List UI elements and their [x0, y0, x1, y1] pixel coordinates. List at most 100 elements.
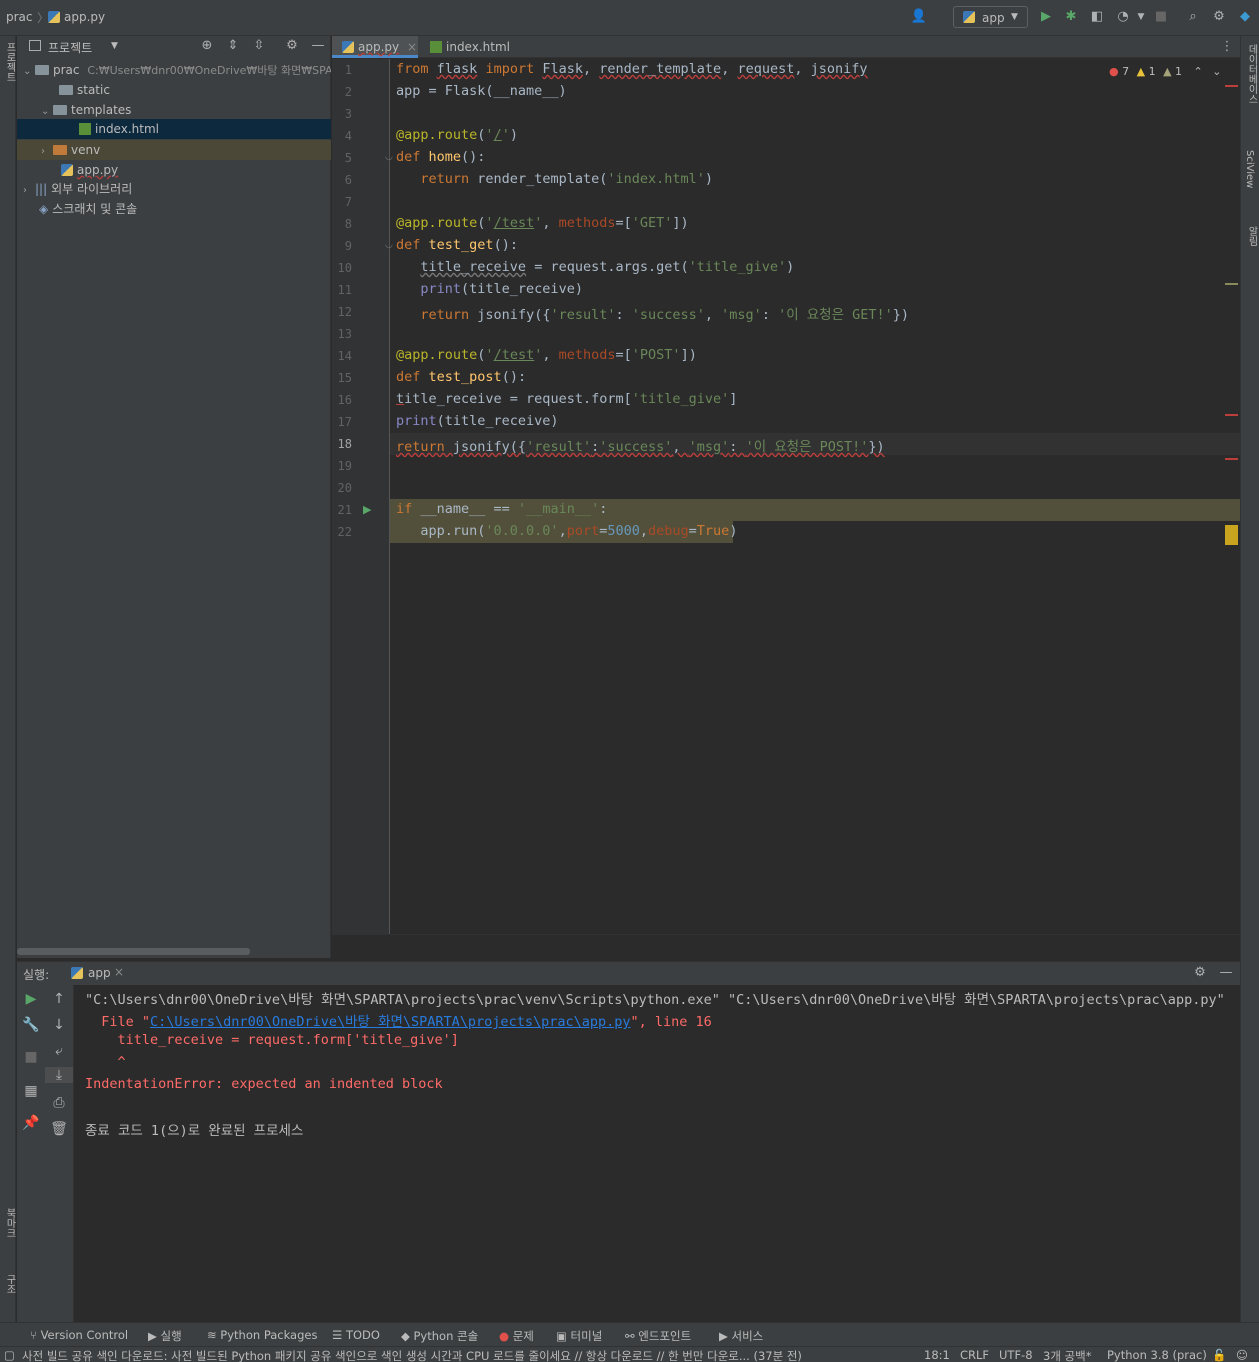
bookmarks-tool-label[interactable]: 북마크 [2, 1208, 17, 1238]
console-line-code: title_receive = request.form['title_give… [85, 1032, 459, 1048]
tree-item-venv[interactable]: › venv [17, 140, 331, 160]
print-icon[interactable]: ⎙ [45, 1095, 73, 1111]
gear-icon[interactable]: ⚙ [1191, 964, 1209, 982]
structure-tool-label[interactable]: 구조 [2, 1274, 17, 1294]
tool-problems[interactable]: ● 문제 [499, 1328, 534, 1344]
tree-item-templates[interactable]: ⌄ templates [17, 100, 331, 120]
breadcrumb-file[interactable]: app.py [64, 10, 105, 24]
expand-all-icon[interactable]: ⇕ [224, 37, 242, 55]
error-stripe-mark[interactable] [1225, 458, 1238, 460]
rerun-icon[interactable]: ▶ [17, 991, 45, 1007]
run-tab-app[interactable]: app [88, 966, 111, 980]
horizontal-scrollbar[interactable] [17, 948, 250, 955]
chevron-up-icon[interactable]: ⌃ [1194, 65, 1203, 78]
tree-item-external-libraries[interactable]: › ||| 외부 라이브러리 [17, 179, 331, 199]
tool-python-packages[interactable]: ≋ Python Packages [207, 1328, 317, 1342]
console-file-prefix: File " [85, 1014, 151, 1030]
soft-wrap-icon[interactable]: ⤶ [45, 1043, 73, 1059]
stop-icon[interactable]: ■ [17, 1049, 45, 1065]
chevron-right-icon[interactable]: › [23, 181, 35, 199]
more-options-icon[interactable]: ⋮ [1218, 38, 1236, 56]
chevron-down-icon[interactable]: ⌄ [1212, 65, 1221, 78]
breadcrumb-project[interactable]: prac [6, 10, 33, 24]
warning-stripe-mark[interactable] [1225, 283, 1238, 285]
python-interpreter[interactable]: Python 3.8 (prac) [1107, 1348, 1207, 1362]
tool-terminal[interactable]: ▣ 터미널 [556, 1328, 602, 1344]
user-icon[interactable]: 👤 [910, 8, 928, 26]
status-message[interactable]: 사전 빌드 공유 색인 다운로드: 사전 빌드된 Python 패키지 공유 색… [22, 1348, 897, 1362]
console-file-link[interactable]: C:\Users\dnr00\OneDrive\바탕 화면\SPARTA\pro… [150, 1014, 630, 1030]
trash-icon[interactable]: 🗑 [45, 1121, 73, 1137]
tool-services[interactable]: ▶ 서비스 [719, 1328, 763, 1344]
database-tool-label[interactable]: 데이터베이스 [1244, 44, 1259, 104]
tool-version-control[interactable]: ⑂ Version Control [30, 1328, 128, 1342]
tool-endpoints[interactable]: ⚯ 엔드포인트 [625, 1328, 691, 1344]
chevron-right-icon[interactable]: › [41, 142, 53, 160]
error-stripe-mark[interactable] [1225, 85, 1238, 87]
sciview-tool-label[interactable]: SciView [1244, 150, 1255, 188]
tab-app-py[interactable]: app.py × [332, 36, 418, 58]
gear-icon[interactable]: ⚙ [283, 37, 301, 55]
close-icon[interactable]: × [407, 40, 417, 54]
tree-item-index-html[interactable]: index.html [17, 119, 331, 139]
error-count: 7 [1122, 65, 1130, 78]
project-panel-header: 프로젝트 ▼ ⊕ ⇕ ⇳ ⚙ — [17, 36, 331, 58]
search-icon[interactable]: ⌕ [1184, 8, 1202, 26]
run-icon[interactable]: ▶ [1037, 8, 1055, 26]
pin-icon[interactable]: 📌 [17, 1115, 45, 1131]
scroll-to-end-icon[interactable]: ⤓ [45, 1067, 73, 1083]
line-separator[interactable]: CRLF [960, 1348, 989, 1362]
stop-icon[interactable]: ■ [1152, 8, 1170, 26]
lock-icon[interactable]: 🔓 [1212, 1348, 1226, 1362]
code-editor[interactable]: 1 2 3 4 5 6 7 8 9 10 11 12 13 14 15 16 17 18 19 20 21 22 ▶ ◡ … [332, 59, 1240, 934]
scrollbar-thumb-mark[interactable] [1225, 525, 1238, 545]
error-stripe-mark[interactable] [1225, 414, 1238, 416]
notifications-tool-label[interactable]: 알림 [1244, 226, 1259, 246]
tree-item-label: venv [71, 143, 101, 157]
tree-item-scratches[interactable]: ◈ 스크래치 및 콘솔 [17, 199, 331, 219]
indent-setting[interactable]: 3개 공백* [1043, 1348, 1091, 1362]
run-console[interactable]: "C:\Users\dnr00\OneDrive\바탕 화면\SPARTA\pr… [74, 985, 1240, 1322]
status-toggle-icon[interactable]: ▢ [4, 1348, 15, 1362]
tool-todo[interactable]: ☰ TODO [332, 1328, 380, 1342]
close-icon[interactable]: × [114, 965, 124, 979]
tab-index-html[interactable]: index.html × [420, 36, 520, 76]
arrow-up-icon[interactable]: ↑ [45, 991, 73, 1007]
tool-python-console[interactable]: ◆ Python 콘솔 [401, 1328, 478, 1344]
collapse-all-icon[interactable]: ⇳ [250, 37, 268, 55]
inspection-profile-icon[interactable]: ☺ [1236, 1348, 1248, 1362]
coverage-icon[interactable]: ◧ [1088, 8, 1106, 26]
minimize-icon[interactable]: — [309, 37, 327, 55]
chevron-down-icon[interactable]: ⌄ [23, 62, 35, 80]
run-gutter-icon[interactable]: ▶ [363, 503, 371, 516]
inspection-widget[interactable]: ● 7 ▲ 1 ▲ 1 ⌃ ⌄ [1109, 65, 1221, 78]
minimize-icon[interactable]: — [1217, 964, 1235, 982]
tree-root-prac[interactable]: ⌄ prac C:₩Users₩dnr00₩OneDrive₩바탕 화면₩SPAR… [17, 60, 331, 80]
tree-item-static[interactable]: static [17, 80, 331, 100]
wrench-icon[interactable]: 🔧 [17, 1017, 45, 1033]
line-number: 22 [337, 525, 352, 539]
layout-icon[interactable]: ▦ [17, 1083, 45, 1099]
project-panel-title[interactable]: 프로젝트 [48, 39, 92, 56]
locate-icon[interactable]: ⊕ [198, 37, 216, 55]
arrow-down-icon[interactable]: ↓ [45, 1017, 73, 1033]
project-tool-label[interactable]: 프로젝트 [2, 42, 17, 82]
python-file-icon [342, 41, 354, 53]
file-encoding[interactable]: UTF-8 [999, 1348, 1033, 1362]
chevron-down-icon[interactable]: ▼ [1132, 8, 1150, 26]
caret-position[interactable]: 18:1 [924, 1348, 950, 1362]
jetbrains-logo-icon: ◆ [1240, 9, 1250, 24]
tree-item-app-py[interactable]: app.py [17, 160, 331, 180]
fold-icon[interactable]: ◡ [385, 152, 393, 162]
run-config-select[interactable]: app ▼ [953, 6, 1028, 28]
html-file-icon [430, 41, 442, 53]
chevron-down-icon[interactable]: ▼ [111, 41, 118, 51]
chevron-down-icon[interactable]: ⌄ [41, 102, 53, 120]
debug-icon[interactable]: ✱ [1062, 8, 1080, 26]
fold-icon[interactable]: ◡ [385, 240, 393, 250]
profile-icon[interactable]: ◔ [1114, 8, 1132, 26]
tool-run[interactable]: ▶ 실행 [148, 1328, 182, 1344]
gear-icon[interactable]: ⚙ [1210, 8, 1228, 26]
line-number: 6 [344, 173, 352, 187]
run-toolbar-secondary: ↑ ↓ ⤶ ⤓ ⎙ 🗑 [45, 985, 74, 1322]
